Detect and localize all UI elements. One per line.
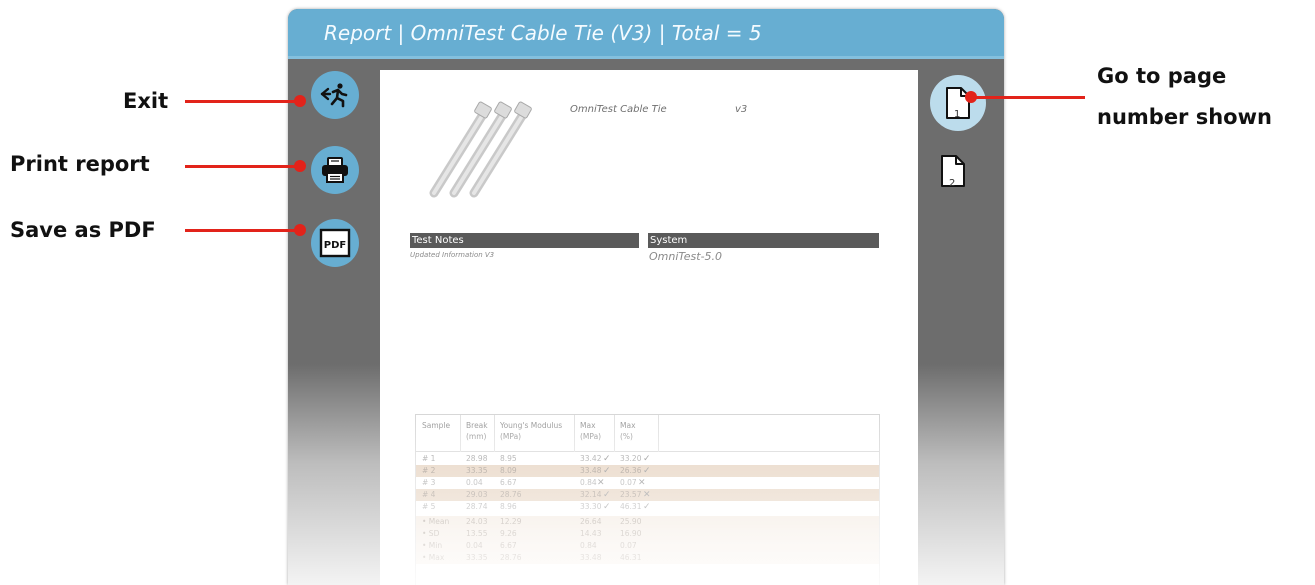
test-notes-heading: Test Notes xyxy=(410,233,639,248)
callout-pdf-line xyxy=(185,229,300,232)
header-break-unit: (mm) xyxy=(466,432,487,441)
callout-goto-label-1: Go to page xyxy=(1097,64,1227,88)
system-text: OmniTest-5.0 xyxy=(649,250,723,263)
test-notes-text: Updated Information V3 xyxy=(410,251,495,259)
check-icon: ✓ xyxy=(603,454,611,464)
print-report-button[interactable] xyxy=(311,146,359,194)
callout-print-dot xyxy=(294,160,306,172)
check-icon: ✓ xyxy=(643,454,651,464)
header-sample: Sample xyxy=(422,421,451,430)
stats-row: • SD 13.55 9.26 14.43 16.90 xyxy=(416,528,879,540)
stats-row: • Mean 24.03 12.29 26.64 25.90 xyxy=(416,516,879,528)
results-table: Sample Break (mm) Young's Modulus (MPa) … xyxy=(415,414,880,585)
window-title: Report | OmniTest Cable Tie (V3) | Total… xyxy=(324,21,762,45)
cross-icon: ✕ xyxy=(597,478,605,488)
table-row: # 5 28.74 8.96 33.30 ✓ 46.31 ✓ xyxy=(422,502,651,512)
table-header: Sample Break (mm) Young's Modulus (MPa) … xyxy=(416,415,879,452)
check-icon: ✓ xyxy=(643,502,651,512)
table-row: # 2 33.35 8.09 33.48 ✓ 26.36 ✓ xyxy=(416,465,879,477)
stats-row: • Min 0.04 6.67 0.84 0.07 xyxy=(416,540,879,552)
stats-row: • Max 33.35 28.76 33.48 46.31 xyxy=(416,552,879,564)
product-version: v3 xyxy=(735,104,748,115)
check-icon: ✓ xyxy=(603,502,611,512)
check-icon: ✓ xyxy=(643,466,651,476)
header-modulus: Young's Modulus xyxy=(500,421,563,430)
pdf-icon: PDF xyxy=(319,228,351,258)
check-icon: ✓ xyxy=(603,490,611,500)
report-window: Report | OmniTest Cable Tie (V3) | Total… xyxy=(288,9,1004,585)
page-1-button[interactable]: 1 xyxy=(930,75,986,131)
header-max-pct: Max xyxy=(620,421,636,430)
table-row: # 4 29.03 28.76 32.14 ✓ 23.57 ✕ xyxy=(416,489,879,501)
table-row: # 3 0.04 6.67 0.84 ✕ 0.07 ✕ xyxy=(422,478,646,488)
header-modulus-unit: (MPa) xyxy=(500,432,522,441)
svg-text:PDF: PDF xyxy=(324,240,346,251)
callout-print-label: Print report xyxy=(10,152,150,176)
system-heading: System xyxy=(648,233,879,248)
table-row: # 1 28.98 8.95 33.42 ✓ 33.20 ✓ xyxy=(422,454,651,464)
header-break: Break xyxy=(466,421,488,430)
product-name: OmniTest Cable Tie xyxy=(570,104,667,115)
callout-goto-label-2: number shown xyxy=(1097,105,1272,129)
callout-print-line xyxy=(185,165,300,168)
check-icon: ✓ xyxy=(603,466,611,476)
title-bar: Report | OmniTest Cable Tie (V3) | Total… xyxy=(288,9,1004,59)
report-page: OmniTest Cable Tie v3 Test Notes Updated… xyxy=(380,70,918,585)
exit-running-person-icon xyxy=(320,83,348,108)
page-2-button[interactable]: 2 xyxy=(933,143,973,199)
callout-exit-label: Exit xyxy=(123,89,169,113)
save-pdf-button[interactable]: PDF xyxy=(311,219,359,267)
exit-button[interactable] xyxy=(311,71,359,119)
cross-icon: ✕ xyxy=(638,478,646,488)
printer-icon xyxy=(322,157,348,183)
callout-goto-line xyxy=(970,96,1085,99)
callout-exit-line xyxy=(185,100,300,103)
header-max-pct-unit: (%) xyxy=(620,432,633,441)
callout-exit-dot xyxy=(294,95,306,107)
callout-pdf-label: Save as PDF xyxy=(10,218,156,242)
cable-tie-image xyxy=(429,101,532,198)
page-number: 1 xyxy=(954,109,961,120)
header-max-mpa: Max xyxy=(580,421,596,430)
page-number: 2 xyxy=(949,178,956,189)
cross-icon: ✕ xyxy=(643,490,651,500)
callout-pdf-dot xyxy=(294,224,306,236)
header-max-mpa-unit: (MPa) xyxy=(580,432,602,441)
